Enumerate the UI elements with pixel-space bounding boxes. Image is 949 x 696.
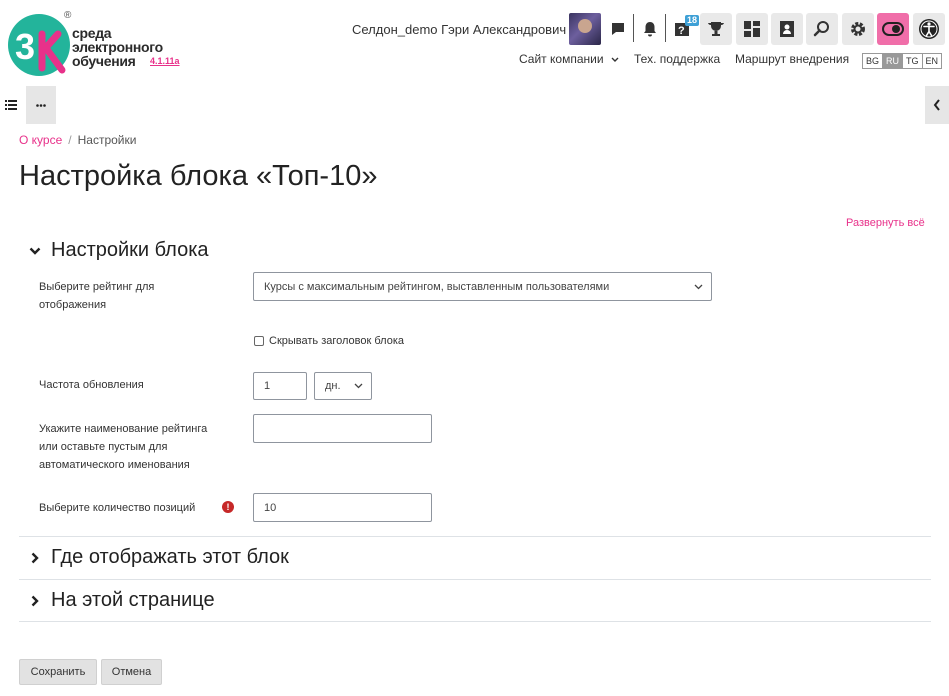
breadcrumb: О курсе / Настройки — [19, 133, 136, 147]
messages-icon — [612, 23, 624, 35]
rating-name-label-line: Укажите наименование рейтинга — [39, 423, 208, 435]
cancel-button[interactable]: Отмена — [101, 659, 162, 685]
section-block-settings-header[interactable]: Настройки блока — [28, 239, 209, 262]
rating-select-value: Курсы с максимальным рейтингом, выставле… — [264, 280, 610, 293]
rating-name-label-line: или оставьте пустым для — [39, 441, 168, 453]
language-switcher: BG RU TG EN — [862, 53, 943, 69]
refresh-unit-select[interactable]: дн. — [314, 372, 372, 400]
logo-line-1: среда — [72, 25, 112, 41]
refresh-value-input[interactable]: 1 — [253, 372, 307, 400]
chevron-right-icon — [28, 552, 42, 564]
course-index-toggle[interactable] — [0, 86, 22, 124]
page-title: Настройка блока «Топ-10» — [19, 160, 378, 192]
ellipsis-icon — [36, 103, 46, 107]
rating-label: Выберите рейтинг для отображения — [39, 278, 154, 314]
bell-icon — [644, 22, 656, 37]
trophy-icon — [708, 22, 724, 36]
breadcrumb-separator: / — [68, 133, 72, 147]
hide-header-checkbox[interactable] — [254, 336, 264, 346]
accessibility-button[interactable] — [913, 13, 945, 45]
list-icon — [5, 100, 17, 110]
company-site-label: Сайт компании — [519, 52, 604, 66]
theme-toggle-button[interactable] — [877, 13, 909, 45]
chevron-right-icon — [28, 595, 42, 607]
section-divider — [19, 536, 931, 537]
section-on-this-page-header[interactable]: На этой странице — [28, 589, 215, 612]
messages-button[interactable] — [602, 13, 634, 45]
hide-header-label: Скрывать заголовок блока — [269, 335, 405, 347]
section-divider — [19, 579, 931, 580]
logo-registered-mark: ® — [64, 10, 72, 21]
breadcrumb-current: Настройки — [77, 133, 137, 147]
refresh-label: Частота обновления — [39, 379, 144, 391]
rating-select[interactable]: Курсы с максимальным рейтингом, выставле… — [253, 272, 712, 301]
achievements-button[interactable] — [700, 13, 732, 45]
logo-version[interactable]: 4.1.11a — [150, 56, 180, 66]
chevron-down-icon — [694, 284, 703, 289]
dashboard-button[interactable] — [736, 13, 768, 45]
search-button[interactable] — [806, 13, 838, 45]
chevron-left-icon — [933, 99, 940, 111]
save-button[interactable]: Сохранить — [19, 659, 97, 685]
accessibility-icon — [919, 19, 939, 39]
required-icon: ! — [222, 501, 234, 513]
section-title: Где отображать этот блок — [51, 546, 289, 568]
block-drawer-toggle[interactable] — [925, 86, 949, 124]
svg-text:3: 3 — [15, 26, 35, 67]
settings-button[interactable] — [842, 13, 874, 45]
lang-en[interactable]: EN — [923, 54, 942, 68]
dashboard-icon — [744, 21, 760, 37]
company-site-menu[interactable]: Сайт компании — [519, 52, 619, 66]
section-title: На этой странице — [51, 589, 215, 611]
expand-all-link[interactable]: Развернуть всё — [846, 217, 925, 229]
section-divider — [19, 621, 931, 622]
support-link[interactable]: Тех. поддержка — [634, 52, 720, 66]
route-link[interactable]: Маршрут внедрения — [735, 52, 849, 66]
lang-ru[interactable]: RU — [883, 54, 904, 68]
logo-line-2: электронного — [72, 39, 163, 55]
rating-name-label: Укажите наименование рейтинга или оставь… — [39, 420, 207, 474]
left-drawer-controls — [0, 86, 56, 124]
section-where-display-header[interactable]: Где отображать этот блок — [28, 546, 289, 569]
count-label: Выберите количество позиций — [39, 502, 196, 514]
user-name[interactable]: Селдон_demo Гэри Александрович — [352, 22, 566, 37]
chevron-down-icon — [28, 247, 42, 255]
rating-name-label-line: автоматического именования — [39, 459, 190, 471]
notifications-button[interactable] — [634, 13, 666, 45]
logo-mark-icon: 3 — [8, 14, 70, 76]
rating-label-line: отображения — [39, 299, 107, 311]
count-input[interactable]: 10 — [253, 493, 432, 522]
toolbar-divider — [665, 14, 666, 42]
chevron-down-icon — [611, 57, 619, 62]
user-card-button[interactable] — [771, 13, 803, 45]
section-title: Настройки блока — [51, 239, 209, 261]
gear-icon — [851, 22, 865, 36]
more-button[interactable] — [26, 86, 56, 124]
rating-label-line: Выберите рейтинг для — [39, 281, 155, 293]
hide-header-option: Скрывать заголовок блока — [254, 335, 404, 347]
notification-badge: 18 — [684, 15, 699, 26]
site-logo[interactable]: 3 ® среда электронного обучения 4.1.11a — [6, 10, 180, 78]
theme-toggle-icon — [882, 22, 904, 36]
rating-name-input[interactable] — [253, 414, 432, 443]
help-button[interactable]: ? 18 — [667, 13, 699, 45]
breadcrumb-course-link[interactable]: О курсе — [19, 133, 62, 147]
chevron-down-icon — [354, 383, 363, 389]
svg-text:?: ? — [678, 25, 685, 37]
avatar[interactable] — [569, 13, 601, 45]
lang-bg[interactable]: BG — [863, 54, 884, 68]
user-card-icon — [780, 21, 794, 37]
refresh-unit-value: дн. — [325, 380, 341, 392]
lang-tg[interactable]: TG — [903, 54, 923, 68]
search-icon — [813, 21, 829, 37]
